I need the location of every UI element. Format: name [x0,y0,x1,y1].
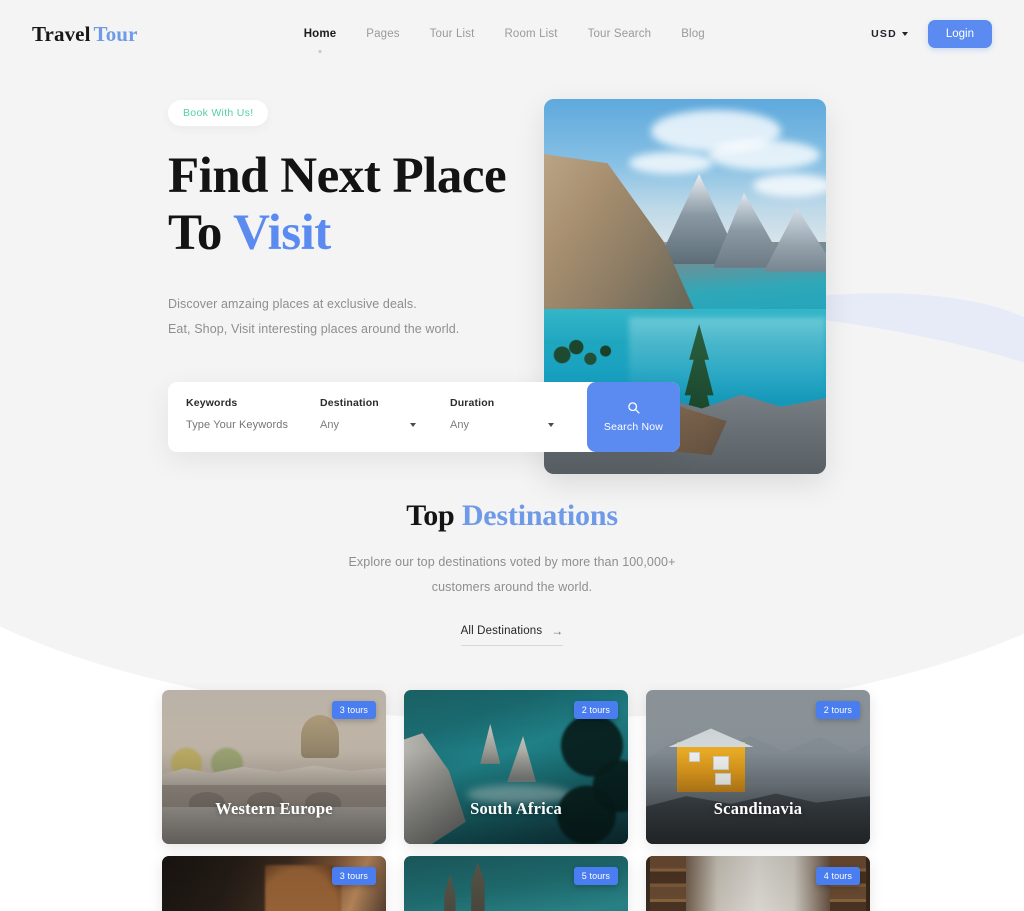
search-field-duration: Duration Any [432,382,570,452]
hero-subtitle-line1: Discover amzaing places at exclusive dea… [168,297,417,312]
chevron-down-icon [901,32,908,36]
currency-selector[interactable]: USD [871,28,908,40]
all-destinations-label: All Destinations [460,624,543,637]
arrow-right-icon: → [551,623,564,638]
section-title: Top Destinations [0,499,1024,533]
search-input-keywords[interactable] [186,419,302,432]
search-field-keywords: Keywords [168,382,302,452]
search-now-button[interactable]: Search Now [587,382,680,453]
nav-item-tour-list[interactable]: Tour List [429,25,476,43]
nav-item-blog[interactable]: Blog [680,25,706,43]
chevron-down-icon [410,423,416,428]
logo-text-accent: Tour [93,21,138,46]
hero-section: Book With Us! Find Next Place To Visit D… [0,68,1024,453]
logo-text-primary: Travel [32,21,91,46]
nav-item-tour-search[interactable]: Tour Search [587,25,653,43]
card-tour-badge: 3 tours [331,866,376,885]
card-tour-badge: 2 tours [573,700,618,719]
duration-value: Any [450,419,469,432]
tour-search-form: Keywords Destination Any Duration Any [168,382,680,453]
card-tour-badge: 5 tours [573,866,618,885]
hero-title: Find Next Place To Visit [168,148,548,262]
hero-title-line2-plain: To [168,205,234,262]
duration-select[interactable]: Any [450,419,570,431]
nav-item-pages[interactable]: Pages [365,25,400,43]
top-destinations-section: Top Destinations Explore our top destina… [0,499,1024,646]
card-tour-badge: 2 tours [815,700,860,719]
destination-card[interactable]: 4 tours [646,855,870,911]
page-root: Travel Tour Home Pages Tour List Room Lis… [0,0,1024,911]
hero-badge: Book With Us! [168,100,269,126]
destination-label: Destination [320,397,379,410]
all-destinations-wrapper: All Destinations → [0,625,1024,646]
login-button[interactable]: Login [927,20,992,48]
nav-item-home[interactable]: Home [303,25,338,43]
main-navigation: Home Pages Tour List Room List Tour Sear… [138,25,872,43]
search-icon [628,402,640,414]
hero-title-line2-accent: Visit [233,205,331,262]
section-subtitle-line2: customers around the world. [431,579,593,594]
destination-card[interactable]: 5 tours [404,855,628,911]
nav-item-room-list[interactable]: Room List [503,25,558,43]
card-title: Scandinavia [713,798,803,818]
card-tour-badge: 4 tours [815,866,860,885]
section-subtitle: Explore our top destinations voted by mo… [0,550,1024,599]
destination-card[interactable]: 2 tours South Africa [404,689,628,844]
destination-cards-grid: 3 tours Western Europe 2 tours South Afr… [162,689,870,911]
hero-title-line1: Find Next Place [168,148,507,204]
section-title-plain: Top [406,499,462,533]
destination-value: Any [320,419,339,432]
hero-subtitle-line2: Eat, Shop, Visit interesting places arou… [168,322,460,337]
search-field-destination: Destination Any [302,382,432,452]
card-title: Western Europe [215,798,333,818]
currency-label: USD [871,28,897,40]
hero-content: Book With Us! Find Next Place To Visit D… [168,100,680,453]
keywords-label: Keywords [186,397,238,410]
card-tour-badge: 3 tours [331,700,376,719]
destination-card[interactable]: 3 tours Western Europe [162,689,386,844]
chevron-down-icon [548,423,554,428]
section-title-accent: Destinations [461,499,618,533]
hero-subtitle: Discover amzaing places at exclusive dea… [168,292,548,342]
duration-label: Duration [450,397,495,410]
destination-card[interactable]: 2 tours Scandinavia [646,689,870,844]
destination-card[interactable]: 3 tours [162,855,386,911]
site-header: Travel Tour Home Pages Tour List Room Lis… [0,0,1024,68]
header-actions: USD Login [871,20,992,48]
destination-select[interactable]: Any [320,419,432,431]
logo[interactable]: Travel Tour [32,22,138,47]
all-destinations-link[interactable]: All Destinations → [460,623,564,646]
card-title: South Africa [470,798,562,818]
section-subtitle-line1: Explore our top destinations voted by mo… [348,555,676,570]
search-now-label: Search Now [603,421,664,434]
